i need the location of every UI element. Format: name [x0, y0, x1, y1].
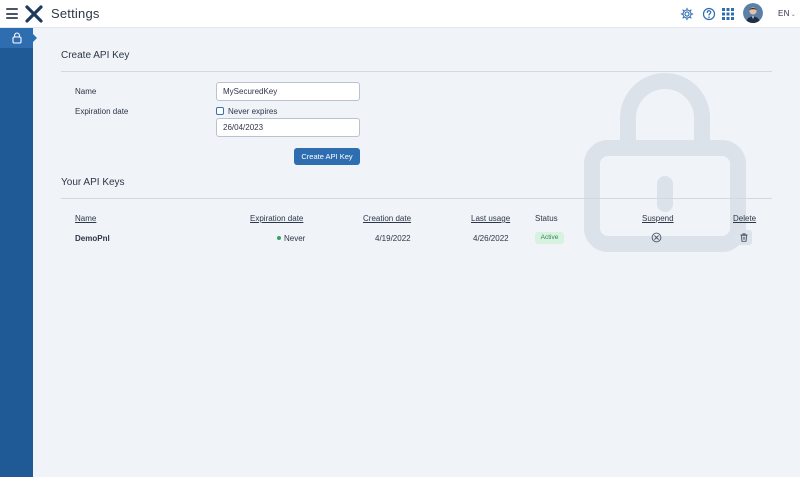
column-header-creation[interactable]: Creation date: [363, 214, 411, 223]
status-dot-icon: [277, 236, 281, 240]
never-expires-label[interactable]: Never expires: [228, 107, 277, 116]
never-expires-checkbox[interactable]: [216, 107, 224, 115]
menu-icon[interactable]: [6, 8, 18, 19]
create-api-key-heading: Create API Key: [61, 50, 130, 61]
help-icon[interactable]: [702, 7, 716, 21]
suspend-icon[interactable]: [651, 232, 662, 243]
lock-icon: [12, 32, 22, 44]
lock-watermark-icon: [584, 73, 746, 252]
trash-icon: [740, 233, 748, 242]
top-bar: Settings EN⌄: [0, 0, 800, 28]
active-indicator: [33, 34, 37, 42]
language-selector[interactable]: EN⌄: [778, 9, 796, 18]
status-badge: Active: [535, 232, 564, 244]
name-label: Name: [75, 87, 97, 96]
your-api-keys-heading: Your API Keys: [61, 177, 125, 188]
expiration-value: Never: [284, 234, 306, 243]
creation-date-cell: 4/19/2022: [375, 234, 411, 243]
divider: [61, 71, 772, 72]
chevron-down-icon: ⌄: [790, 12, 797, 18]
expiration-cell: Never: [277, 234, 305, 243]
delete-button[interactable]: [736, 230, 752, 245]
column-header-suspend[interactable]: Suspend: [642, 214, 674, 223]
column-header-name[interactable]: Name: [75, 214, 96, 223]
expiration-date-input[interactable]: 26/04/2023: [216, 118, 360, 137]
column-header-expiration[interactable]: Expiration date: [250, 214, 303, 223]
divider: [61, 198, 772, 199]
column-header-status: Status: [535, 214, 558, 223]
sidebar-item-security[interactable]: [0, 28, 33, 48]
apps-grid-icon[interactable]: [722, 8, 734, 20]
page-title: Settings: [51, 6, 100, 21]
create-api-key-button[interactable]: Create API Key: [294, 148, 360, 165]
name-input[interactable]: MySecuredKey: [216, 82, 360, 101]
column-header-delete[interactable]: Delete: [733, 214, 756, 223]
sidebar: [0, 28, 37, 477]
language-label: EN: [778, 9, 790, 18]
key-name-cell: DemoPnl: [75, 234, 110, 243]
logo-icon[interactable]: [25, 5, 43, 23]
expiration-date-label: Expiration date: [75, 107, 129, 116]
column-header-last-usage[interactable]: Last usage: [471, 214, 510, 223]
gear-icon[interactable]: [680, 7, 694, 21]
avatar[interactable]: [743, 3, 763, 23]
last-usage-cell: 4/26/2022: [473, 234, 509, 243]
